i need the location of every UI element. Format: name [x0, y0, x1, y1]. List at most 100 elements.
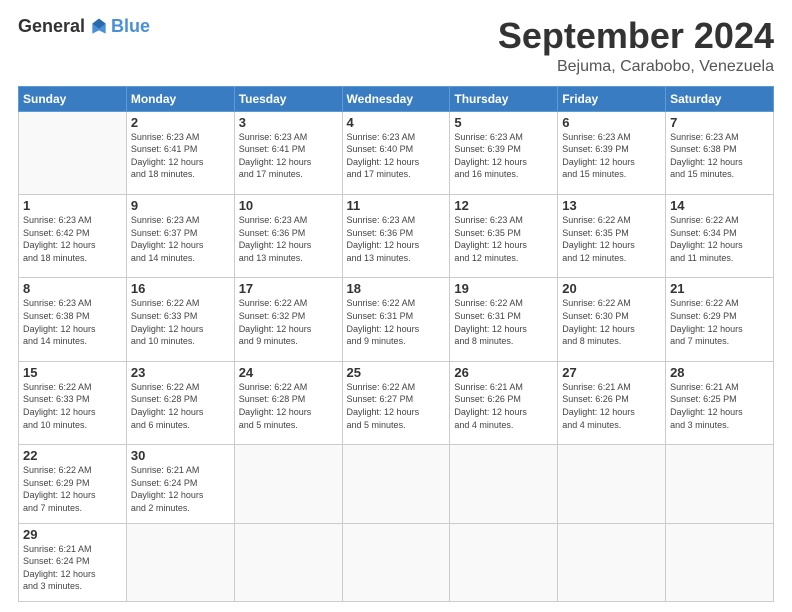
- header-thursday: Thursday: [450, 86, 558, 111]
- day-info: Sunrise: 6:23 AM Sunset: 6:38 PM Dayligh…: [23, 297, 122, 347]
- table-row: [558, 445, 666, 523]
- day-number: 7: [670, 115, 769, 130]
- day-info: Sunrise: 6:22 AM Sunset: 6:27 PM Dayligh…: [347, 381, 446, 431]
- table-row: [558, 523, 666, 601]
- day-info: Sunrise: 6:23 AM Sunset: 6:37 PM Dayligh…: [131, 214, 230, 264]
- day-number: 16: [131, 281, 230, 296]
- day-number: 9: [131, 198, 230, 213]
- table-row: 23Sunrise: 6:22 AM Sunset: 6:28 PM Dayli…: [126, 361, 234, 444]
- table-row: [450, 445, 558, 523]
- table-row: 4Sunrise: 6:23 AM Sunset: 6:40 PM Daylig…: [342, 111, 450, 194]
- table-row: 26Sunrise: 6:21 AM Sunset: 6:26 PM Dayli…: [450, 361, 558, 444]
- day-number: 24: [239, 365, 338, 380]
- table-row: 25Sunrise: 6:22 AM Sunset: 6:27 PM Dayli…: [342, 361, 450, 444]
- day-number: 22: [23, 448, 122, 463]
- day-info: Sunrise: 6:22 AM Sunset: 6:33 PM Dayligh…: [131, 297, 230, 347]
- table-row: [234, 523, 342, 601]
- table-row: 17Sunrise: 6:22 AM Sunset: 6:32 PM Dayli…: [234, 278, 342, 361]
- table-row: 24Sunrise: 6:22 AM Sunset: 6:28 PM Dayli…: [234, 361, 342, 444]
- table-row: 21Sunrise: 6:22 AM Sunset: 6:29 PM Dayli…: [666, 278, 774, 361]
- day-info: Sunrise: 6:22 AM Sunset: 6:34 PM Dayligh…: [670, 214, 769, 264]
- day-info: Sunrise: 6:22 AM Sunset: 6:29 PM Dayligh…: [670, 297, 769, 347]
- day-info: Sunrise: 6:22 AM Sunset: 6:32 PM Dayligh…: [239, 297, 338, 347]
- table-row: 7Sunrise: 6:23 AM Sunset: 6:38 PM Daylig…: [666, 111, 774, 194]
- table-row: 12Sunrise: 6:23 AM Sunset: 6:35 PM Dayli…: [450, 194, 558, 277]
- day-info: Sunrise: 6:22 AM Sunset: 6:29 PM Dayligh…: [23, 464, 122, 514]
- table-row: 28Sunrise: 6:21 AM Sunset: 6:25 PM Dayli…: [666, 361, 774, 444]
- day-info: Sunrise: 6:23 AM Sunset: 6:41 PM Dayligh…: [239, 131, 338, 181]
- day-info: Sunrise: 6:22 AM Sunset: 6:30 PM Dayligh…: [562, 297, 661, 347]
- calendar-header-row: Sunday Monday Tuesday Wednesday Thursday…: [19, 86, 774, 111]
- day-number: 29: [23, 527, 122, 542]
- day-info: Sunrise: 6:23 AM Sunset: 6:39 PM Dayligh…: [454, 131, 553, 181]
- header-saturday: Saturday: [666, 86, 774, 111]
- table-row: 3Sunrise: 6:23 AM Sunset: 6:41 PM Daylig…: [234, 111, 342, 194]
- table-row: 2Sunrise: 6:23 AM Sunset: 6:41 PM Daylig…: [126, 111, 234, 194]
- table-row: 16Sunrise: 6:22 AM Sunset: 6:33 PM Dayli…: [126, 278, 234, 361]
- day-info: Sunrise: 6:21 AM Sunset: 6:24 PM Dayligh…: [131, 464, 230, 514]
- day-number: 21: [670, 281, 769, 296]
- table-row: 19Sunrise: 6:22 AM Sunset: 6:31 PM Dayli…: [450, 278, 558, 361]
- day-number: 13: [562, 198, 661, 213]
- day-number: 25: [347, 365, 446, 380]
- header-monday: Monday: [126, 86, 234, 111]
- table-row: 13Sunrise: 6:22 AM Sunset: 6:35 PM Dayli…: [558, 194, 666, 277]
- day-info: Sunrise: 6:22 AM Sunset: 6:28 PM Dayligh…: [239, 381, 338, 431]
- table-row: 18Sunrise: 6:22 AM Sunset: 6:31 PM Dayli…: [342, 278, 450, 361]
- table-row: [342, 523, 450, 601]
- day-number: 1: [23, 198, 122, 213]
- day-info: Sunrise: 6:22 AM Sunset: 6:31 PM Dayligh…: [454, 297, 553, 347]
- logo-general-text: General: [18, 16, 85, 37]
- day-number: 11: [347, 198, 446, 213]
- header-wednesday: Wednesday: [342, 86, 450, 111]
- table-row: 14Sunrise: 6:22 AM Sunset: 6:34 PM Dayli…: [666, 194, 774, 277]
- logo-blue-text: Blue: [111, 16, 150, 37]
- day-number: 17: [239, 281, 338, 296]
- day-info: Sunrise: 6:23 AM Sunset: 6:39 PM Dayligh…: [562, 131, 661, 181]
- day-number: 10: [239, 198, 338, 213]
- day-info: Sunrise: 6:21 AM Sunset: 6:25 PM Dayligh…: [670, 381, 769, 431]
- day-number: 23: [131, 365, 230, 380]
- header: General Blue September 2024 Bejuma, Cara…: [18, 16, 774, 76]
- day-number: 8: [23, 281, 122, 296]
- day-info: Sunrise: 6:23 AM Sunset: 6:40 PM Dayligh…: [347, 131, 446, 181]
- logo-icon: [89, 17, 109, 37]
- day-number: 19: [454, 281, 553, 296]
- month-title: September 2024: [498, 16, 774, 56]
- logo: General Blue: [18, 16, 150, 37]
- table-row: 10Sunrise: 6:23 AM Sunset: 6:36 PM Dayli…: [234, 194, 342, 277]
- table-row: 15Sunrise: 6:22 AM Sunset: 6:33 PM Dayli…: [19, 361, 127, 444]
- day-info: Sunrise: 6:23 AM Sunset: 6:41 PM Dayligh…: [131, 131, 230, 181]
- table-row: 30Sunrise: 6:21 AM Sunset: 6:24 PM Dayli…: [126, 445, 234, 523]
- day-info: Sunrise: 6:22 AM Sunset: 6:35 PM Dayligh…: [562, 214, 661, 264]
- day-info: Sunrise: 6:21 AM Sunset: 6:26 PM Dayligh…: [454, 381, 553, 431]
- table-row: 1Sunrise: 6:23 AM Sunset: 6:42 PM Daylig…: [19, 194, 127, 277]
- day-info: Sunrise: 6:21 AM Sunset: 6:26 PM Dayligh…: [562, 381, 661, 431]
- day-info: Sunrise: 6:22 AM Sunset: 6:28 PM Dayligh…: [131, 381, 230, 431]
- day-number: 20: [562, 281, 661, 296]
- day-number: 18: [347, 281, 446, 296]
- day-number: 30: [131, 448, 230, 463]
- table-row: [450, 523, 558, 601]
- table-row: 8Sunrise: 6:23 AM Sunset: 6:38 PM Daylig…: [19, 278, 127, 361]
- day-info: Sunrise: 6:23 AM Sunset: 6:36 PM Dayligh…: [347, 214, 446, 264]
- day-number: 6: [562, 115, 661, 130]
- title-section: September 2024 Bejuma, Carabobo, Venezue…: [498, 16, 774, 76]
- day-number: 26: [454, 365, 553, 380]
- day-number: 27: [562, 365, 661, 380]
- table-row: [666, 523, 774, 601]
- header-tuesday: Tuesday: [234, 86, 342, 111]
- table-row: 27Sunrise: 6:21 AM Sunset: 6:26 PM Dayli…: [558, 361, 666, 444]
- day-info: Sunrise: 6:23 AM Sunset: 6:38 PM Dayligh…: [670, 131, 769, 181]
- day-number: 5: [454, 115, 553, 130]
- table-row: 6Sunrise: 6:23 AM Sunset: 6:39 PM Daylig…: [558, 111, 666, 194]
- day-info: Sunrise: 6:23 AM Sunset: 6:36 PM Dayligh…: [239, 214, 338, 264]
- table-row: [234, 445, 342, 523]
- day-number: 28: [670, 365, 769, 380]
- header-friday: Friday: [558, 86, 666, 111]
- location: Bejuma, Carabobo, Venezuela: [498, 58, 774, 76]
- table-row: [126, 523, 234, 601]
- day-number: 15: [23, 365, 122, 380]
- table-row: 5Sunrise: 6:23 AM Sunset: 6:39 PM Daylig…: [450, 111, 558, 194]
- table-row: 11Sunrise: 6:23 AM Sunset: 6:36 PM Dayli…: [342, 194, 450, 277]
